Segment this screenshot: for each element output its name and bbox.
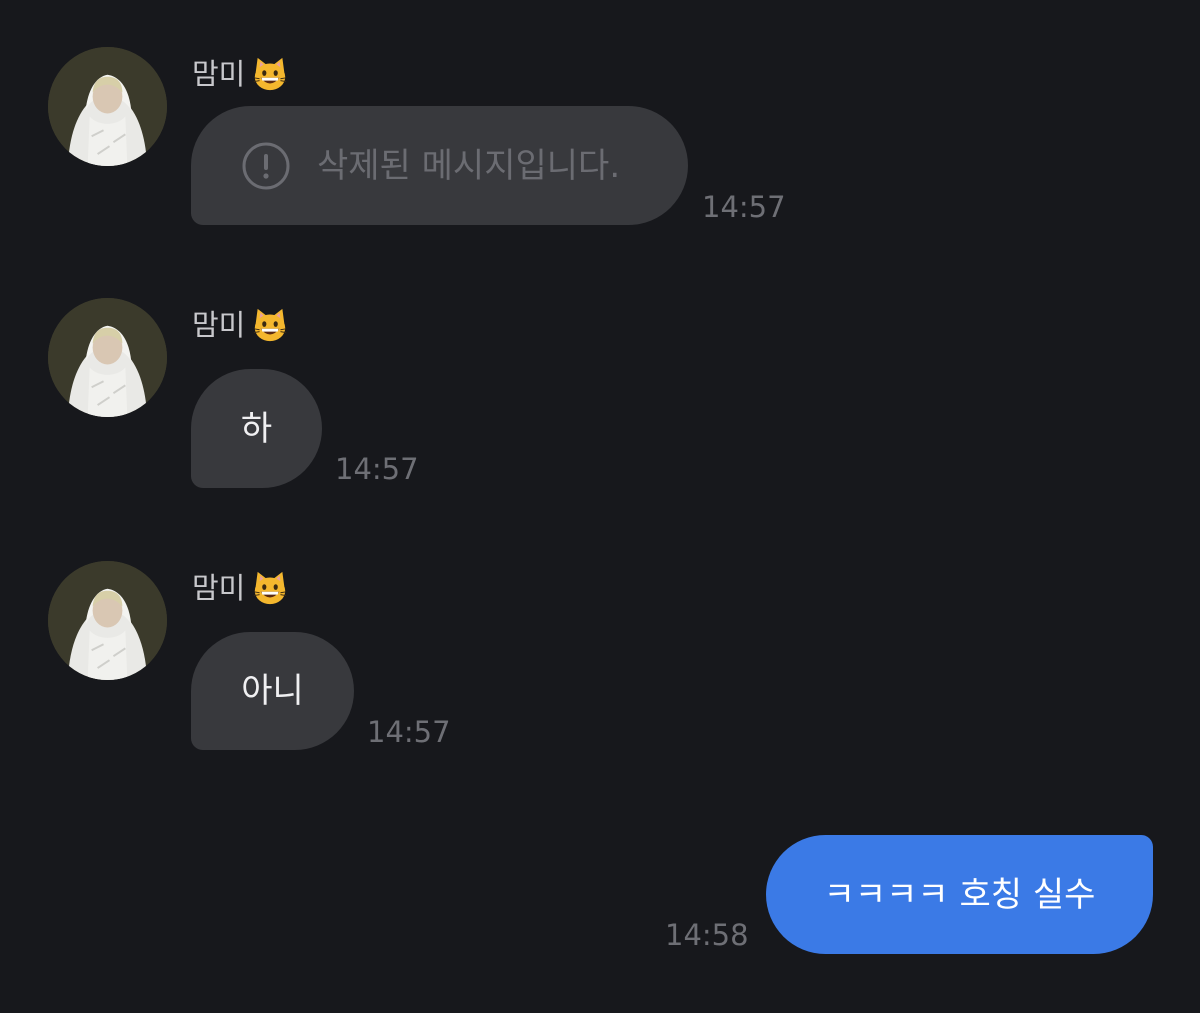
exclamation-circle-icon [242, 142, 290, 189]
sender-name: 맘미 [192, 57, 246, 91]
message-timestamp: 14:57 [367, 715, 451, 749]
sender-label: 맘미 [192, 305, 289, 345]
outgoing-message-bubble[interactable]: ㅋㅋㅋㅋ 호칭 실수 [766, 835, 1153, 954]
message-bubble[interactable]: 하 [191, 369, 322, 488]
message-timestamp: 14:58 [665, 918, 749, 952]
sender-name: 맘미 [192, 571, 246, 605]
message-bubble[interactable]: 아니 [191, 632, 354, 750]
grinning-cat-icon [251, 55, 289, 93]
message-timestamp: 14:57 [335, 452, 419, 486]
sender-label: 맘미 [192, 568, 289, 608]
grinning-cat-icon [251, 569, 289, 607]
sender-name: 맘미 [192, 308, 246, 342]
message-text: 하 [240, 408, 273, 449]
grinning-cat-icon [251, 306, 289, 344]
message-timestamp: 14:57 [702, 190, 786, 224]
sender-avatar[interactable] [48, 47, 167, 166]
sender-avatar[interactable] [48, 561, 167, 680]
message-text: 삭제된 메시지입니다. [317, 145, 621, 186]
sender-avatar[interactable] [48, 298, 167, 417]
message-text: ㅋㅋㅋㅋ 호칭 실수 [823, 874, 1096, 915]
sender-label: 맘미 [192, 54, 289, 94]
deleted-message-bubble[interactable]: 삭제된 메시지입니다. [191, 106, 688, 225]
message-text: 아니 [241, 671, 304, 711]
